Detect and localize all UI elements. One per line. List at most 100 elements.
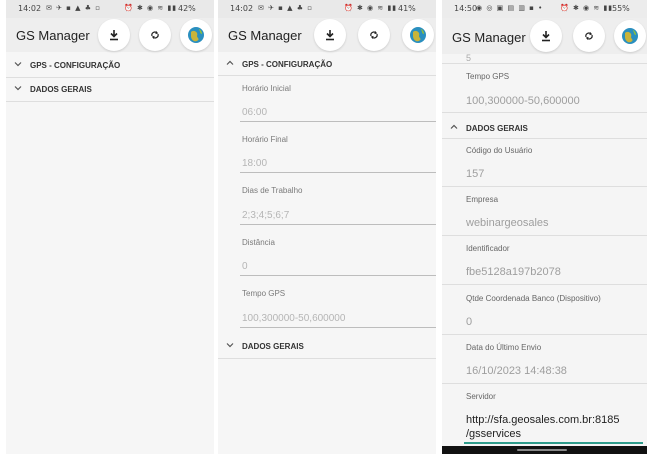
divider bbox=[442, 235, 647, 236]
download-button[interactable] bbox=[314, 19, 346, 51]
chevron-down-icon bbox=[14, 62, 22, 67]
field-value: fbe5128a197b2078 bbox=[466, 266, 561, 278]
system-nav-bar bbox=[442, 446, 647, 454]
divider bbox=[442, 334, 647, 335]
screen-dados-expanded: 14:50 ◉ ◎ ▣ ▤ ▥ ▪ • ⏰ ✱ ◉ ≋ ▮▮ 55% GS Ma… bbox=[442, 0, 647, 454]
status-battery: 41% bbox=[398, 4, 416, 13]
field-value: 16/10/2023 14:48:38 bbox=[466, 365, 567, 377]
screen-gps-expanded: 14:02 ✉ ✈ ▪ ▲ ♣ ▫ ⏰ ✱ ◉ ≋ ▮▮ 41% GS Mana… bbox=[218, 0, 436, 454]
field-label: Horário Final bbox=[242, 135, 288, 144]
field-value: 18:00 bbox=[242, 158, 268, 169]
divider bbox=[218, 358, 436, 359]
sync-button[interactable] bbox=[358, 19, 390, 51]
status-time: 14:50 bbox=[454, 4, 478, 13]
field-underline bbox=[240, 275, 436, 276]
sync-icon bbox=[151, 31, 159, 39]
download-icon bbox=[110, 30, 118, 41]
sync-icon bbox=[370, 31, 378, 39]
chevron-up-icon bbox=[450, 124, 458, 129]
sync-button[interactable] bbox=[139, 19, 171, 51]
divider bbox=[442, 186, 647, 187]
field-value: 100,300000-50,600000 bbox=[466, 95, 580, 107]
app-bar: GS Manager bbox=[442, 18, 647, 54]
field-underline-focused bbox=[464, 442, 643, 444]
status-bar: 14:02 ✉ ✈ ▪ ▲ ♣ ▫ ⏰ ✱ ◉ ≋ ▮▮ 41% bbox=[218, 0, 436, 18]
home-handle[interactable] bbox=[517, 449, 567, 451]
system-icons: ⏰ ✱ ◉ ≋ ▮▮ bbox=[344, 4, 398, 12]
app-title: GS Manager bbox=[452, 30, 526, 45]
field-label: Tempo GPS bbox=[466, 72, 510, 81]
section-gps-config[interactable]: GPS - CONFIGURAÇÃO bbox=[6, 54, 214, 78]
sync-icon bbox=[585, 32, 593, 40]
chevron-up-icon bbox=[226, 60, 234, 65]
field-label: Horário Inicial bbox=[242, 84, 291, 93]
screen-collapsed: 14:02 ✉ ✈ ▪ ▲ ♣ ▫ ⏰ ✱ ◉ ≋ ▮▮ 42% GS Mana… bbox=[6, 0, 214, 454]
field-value: 2;3;4;5;6;7 bbox=[242, 210, 290, 221]
notification-icons: ✉ ✈ ▪ ▲ ♣ ▫ bbox=[258, 4, 314, 12]
chevron-down-icon bbox=[14, 86, 22, 91]
status-bar: 14:02 ✉ ✈ ▪ ▲ ♣ ▫ ⏰ ✱ ◉ ≋ ▮▮ 42% bbox=[6, 0, 214, 18]
field-value: 06:00 bbox=[242, 107, 268, 118]
section-gps-config[interactable]: GPS - CONFIGURAÇÃO bbox=[218, 53, 436, 77]
field-label: Servidor bbox=[466, 392, 496, 401]
divider bbox=[218, 75, 436, 76]
field-label: Qtde Coordenada Banco (Dispositivo) bbox=[466, 294, 601, 303]
sync-button[interactable] bbox=[573, 20, 605, 52]
globe-button[interactable] bbox=[402, 19, 434, 51]
field-value: webinargeosales bbox=[466, 217, 549, 229]
servidor-url-line1: http://sfa.geosales.com.br:8185 bbox=[466, 414, 620, 426]
app-bar: GS Manager bbox=[218, 18, 436, 52]
field-label: Empresa bbox=[466, 195, 499, 204]
download-button[interactable] bbox=[530, 20, 562, 52]
system-icons: ⏰ ✱ ◉ ≋ ▮▮ bbox=[124, 4, 178, 12]
divider bbox=[6, 101, 214, 102]
download-icon bbox=[326, 30, 334, 41]
field-label: Tempo GPS bbox=[242, 289, 286, 298]
section-dados-gerais[interactable]: DADOS GERAIS bbox=[218, 335, 436, 359]
field-underline bbox=[240, 327, 436, 328]
divider bbox=[442, 63, 647, 64]
partial-field-value: 5 bbox=[466, 53, 472, 63]
section-label: DADOS GERAIS bbox=[466, 124, 528, 133]
section-dados-gerais[interactable]: DADOS GERAIS bbox=[6, 78, 214, 102]
status-bar: 14:50 ◉ ◎ ▣ ▤ ▥ ▪ • ⏰ ✱ ◉ ≋ ▮▮ 55% bbox=[442, 0, 647, 18]
field-underline bbox=[240, 224, 436, 225]
download-button[interactable] bbox=[98, 19, 130, 51]
status-time: 14:02 bbox=[18, 4, 42, 13]
servidor-url-line2: /gsservices bbox=[466, 428, 522, 440]
app-title: GS Manager bbox=[16, 28, 90, 43]
section-label: DADOS GERAIS bbox=[242, 342, 304, 351]
field-label: Identificador bbox=[466, 244, 510, 253]
divider bbox=[442, 138, 647, 139]
globe-button[interactable] bbox=[180, 19, 212, 51]
app-bar: GS Manager bbox=[6, 18, 214, 52]
field-value: 0 bbox=[242, 261, 248, 272]
field-label: Código do Usuário bbox=[466, 146, 533, 155]
notification-icons: ✉ ✈ ▪ ▲ ♣ ▫ bbox=[46, 4, 102, 12]
divider bbox=[442, 284, 647, 285]
field-value: 157 bbox=[466, 168, 485, 180]
notification-icons: ◉ ◎ ▣ ▤ ▥ ▪ • bbox=[476, 4, 544, 12]
status-battery: 55% bbox=[612, 4, 630, 13]
field-label: Data do Último Envio bbox=[466, 343, 542, 352]
status-battery: 42% bbox=[178, 4, 196, 13]
field-label: Dias de Trabalho bbox=[242, 186, 303, 195]
download-icon bbox=[542, 31, 550, 42]
section-label: GPS - CONFIGURAÇÃO bbox=[242, 60, 333, 69]
globe-icon bbox=[622, 28, 638, 44]
chevron-down-icon bbox=[226, 343, 234, 348]
field-value: 100,300000-50,600000 bbox=[242, 313, 346, 324]
divider bbox=[442, 383, 647, 384]
field-label: Distância bbox=[242, 238, 275, 247]
field-value: 0 bbox=[466, 316, 473, 328]
divider bbox=[442, 112, 647, 113]
globe-icon bbox=[188, 27, 204, 43]
app-title: GS Manager bbox=[228, 28, 302, 43]
system-icons: ⏰ ✱ ◉ ≋ ▮▮ bbox=[560, 4, 614, 12]
globe-icon bbox=[410, 27, 426, 43]
field-underline bbox=[240, 121, 436, 122]
field-underline bbox=[240, 172, 436, 173]
status-time: 14:02 bbox=[230, 4, 254, 13]
globe-button[interactable] bbox=[614, 20, 646, 52]
section-label: GPS - CONFIGURAÇÃO bbox=[30, 61, 121, 70]
